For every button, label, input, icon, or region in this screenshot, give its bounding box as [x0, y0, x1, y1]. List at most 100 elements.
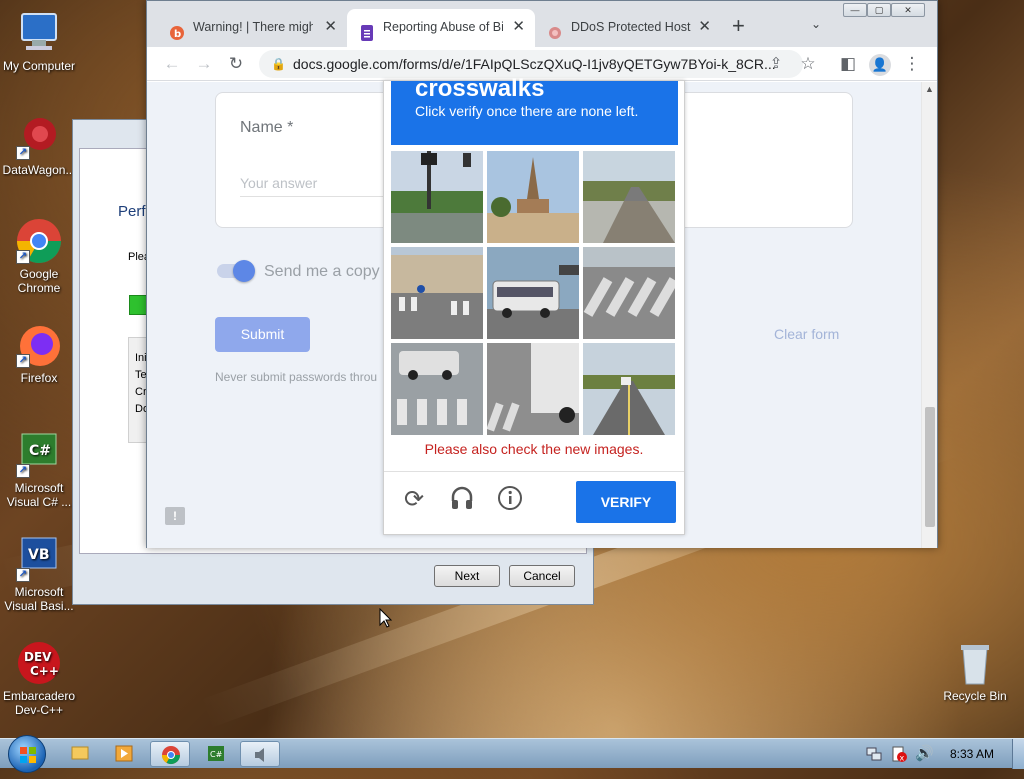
- forward-icon[interactable]: →: [191, 51, 217, 77]
- taskbar-chrome[interactable]: [150, 741, 190, 767]
- desktop-icon-label: Firefox: [20, 371, 58, 385]
- toggle-knob: [233, 260, 255, 282]
- installer-steps: Ini Te Cr Do: [128, 337, 149, 443]
- desktop-icon-label: Google Chrome: [17, 267, 61, 295]
- reload-icon[interactable]: ↻: [223, 51, 249, 77]
- clock-time[interactable]: 8:33 AM: [950, 747, 994, 761]
- tab-ddos-hosting[interactable]: DDoS Protected Hostin ✕: [535, 9, 721, 47]
- computer-icon: [16, 10, 62, 56]
- menu-kebab-icon[interactable]: ⋮: [899, 51, 925, 77]
- desktop-icon-google-chrome[interactable]: ↗ Google Chrome: [0, 218, 78, 295]
- close-window-button[interactable]: ✕: [891, 3, 925, 17]
- desktop-icon-dev-cpp[interactable]: DEV C++ Embarcadero Dev-C++: [0, 640, 78, 717]
- tray-volume-icon[interactable]: 🔊: [915, 744, 934, 762]
- clear-form-link[interactable]: Clear form: [774, 326, 839, 342]
- desktop-icon-visual-basic[interactable]: VB ↗ Microsoft Visual Basi...: [0, 536, 78, 613]
- tab-search-chevron-icon[interactable]: ⌄: [811, 17, 821, 31]
- recaptcha-challenge[interactable]: crosswalks Click verify once there are n…: [383, 75, 685, 535]
- cancel-button[interactable]: Cancel: [509, 565, 575, 587]
- csharp-icon: C# ↗: [16, 432, 62, 478]
- shortcut-arrow-icon: ↗: [16, 354, 30, 368]
- mouse-cursor-icon: [379, 607, 393, 633]
- page-scrollbar[interactable]: ▲: [921, 82, 937, 548]
- scroll-up-icon[interactable]: ▲: [925, 84, 934, 94]
- captcha-tile-2[interactable]: [487, 151, 579, 243]
- desktop-icon-visual-csharp[interactable]: C# ↗ Microsoft Visual C# ...: [0, 432, 78, 509]
- captcha-tile-8[interactable]: [487, 343, 579, 435]
- taskbar-installer[interactable]: [240, 741, 280, 767]
- tray-action-center-icon[interactable]: x: [891, 746, 907, 763]
- side-panel-icon[interactable]: ◧: [835, 51, 861, 77]
- new-tab-button[interactable]: +: [732, 13, 745, 39]
- taskbar-visual-csharp[interactable]: C#: [196, 741, 236, 767]
- installer-heading: Perf: [118, 203, 146, 220]
- report-problem-icon[interactable]: !: [165, 507, 185, 525]
- chrome-icon: ↗: [16, 218, 62, 264]
- captcha-tile-6[interactable]: [583, 247, 675, 339]
- svg-text:C#: C#: [210, 750, 223, 759]
- svg-text:b: b: [174, 29, 181, 40]
- site-favicon-icon: [547, 19, 563, 39]
- desktop-icon-label: DataWagon...: [2, 163, 76, 177]
- verify-button[interactable]: VERIFY: [576, 481, 676, 523]
- show-desktop-button[interactable]: [1012, 739, 1024, 769]
- desktop-icon-label: My Computer: [2, 59, 76, 73]
- audio-challenge-icon[interactable]: [447, 485, 477, 515]
- info-icon[interactable]: [495, 485, 525, 515]
- scrollbar-thumb[interactable]: [925, 407, 935, 527]
- address-bar[interactable]: 🔒 docs.google.com/forms/d/e/1FAIpQLSczQX…: [259, 50, 803, 78]
- reload-captcha-icon[interactable]: ⟳: [399, 485, 429, 515]
- captcha-tile-1[interactable]: [391, 151, 483, 243]
- shortcut-arrow-icon: ↗: [16, 464, 30, 478]
- desktop-icon-recycle-bin[interactable]: Recycle Bin: [936, 640, 1014, 703]
- tab-reporting-abuse[interactable]: Reporting Abuse of Bit ✕: [347, 9, 535, 47]
- folder-icon: [71, 746, 89, 760]
- captcha-status: Please also check the new images.: [424, 441, 644, 457]
- name-label: Name *: [240, 119, 294, 136]
- profile-avatar-icon[interactable]: 👤: [867, 51, 893, 77]
- svg-text:C#: C#: [29, 443, 51, 459]
- desktop-icon-firefox[interactable]: ↗ Firefox: [0, 322, 78, 385]
- chrome-icon: [162, 746, 180, 765]
- close-tab-icon[interactable]: ✕: [324, 9, 337, 45]
- back-icon[interactable]: ←: [159, 51, 185, 77]
- url-text: docs.google.com/forms/d/e/1FAIpQLSczQXuQ…: [293, 56, 776, 72]
- dev-cpp-icon: DEV C++: [16, 640, 62, 686]
- start-button[interactable]: [8, 735, 46, 773]
- captcha-tile-9[interactable]: [583, 343, 675, 435]
- media-player-icon: [115, 745, 133, 762]
- shortcut-arrow-icon: ↗: [16, 250, 30, 264]
- minimize-button[interactable]: —: [843, 3, 867, 17]
- taskbar-file-explorer[interactable]: [60, 741, 100, 767]
- captcha-tile-5[interactable]: [487, 247, 579, 339]
- desktop-icon-datawagon[interactable]: ↗ DataWagon...: [0, 114, 78, 177]
- lock-icon: 🔒: [271, 57, 286, 71]
- next-button[interactable]: Next: [434, 565, 500, 587]
- shortcut-arrow-icon: ↗: [16, 568, 30, 582]
- tab-warning[interactable]: b Warning! | There might ✕: [157, 9, 347, 47]
- tab-strip: b Warning! | There might ✕ Reporting Abu…: [147, 1, 937, 47]
- close-tab-icon[interactable]: ✕: [512, 9, 525, 45]
- shortcut-arrow-icon: ↗: [16, 146, 30, 160]
- svg-text:VB: VB: [28, 547, 50, 563]
- tab-title: DDoS Protected Hostin: [571, 20, 691, 34]
- submit-button[interactable]: Submit: [215, 317, 310, 352]
- site-favicon-icon: b: [169, 19, 185, 40]
- tray-network-icon[interactable]: [866, 746, 882, 762]
- send-copy-toggle[interactable]: [217, 260, 255, 282]
- svg-text:C++: C++: [30, 664, 59, 678]
- close-tab-icon[interactable]: ✕: [698, 9, 711, 45]
- share-icon[interactable]: ⇪: [763, 51, 789, 77]
- desktop-icon-my-computer[interactable]: My Computer: [0, 10, 78, 73]
- taskbar: C# x 🔊 8:33 AM: [0, 735, 1024, 773]
- tab-title: Warning! | There might: [193, 20, 313, 34]
- captcha-tile-4[interactable]: [391, 247, 483, 339]
- captcha-tile-3[interactable]: [583, 151, 675, 243]
- bookmark-star-icon[interactable]: ☆: [795, 51, 821, 77]
- csharp-icon: C#: [208, 746, 224, 761]
- maximize-button[interactable]: ▢: [867, 3, 891, 17]
- captcha-tile-7[interactable]: [391, 343, 483, 435]
- taskbar-media-player[interactable]: [104, 741, 144, 767]
- recycle-bin-icon: [952, 640, 998, 686]
- captcha-instruction: Click verify once there are none left.: [415, 103, 639, 119]
